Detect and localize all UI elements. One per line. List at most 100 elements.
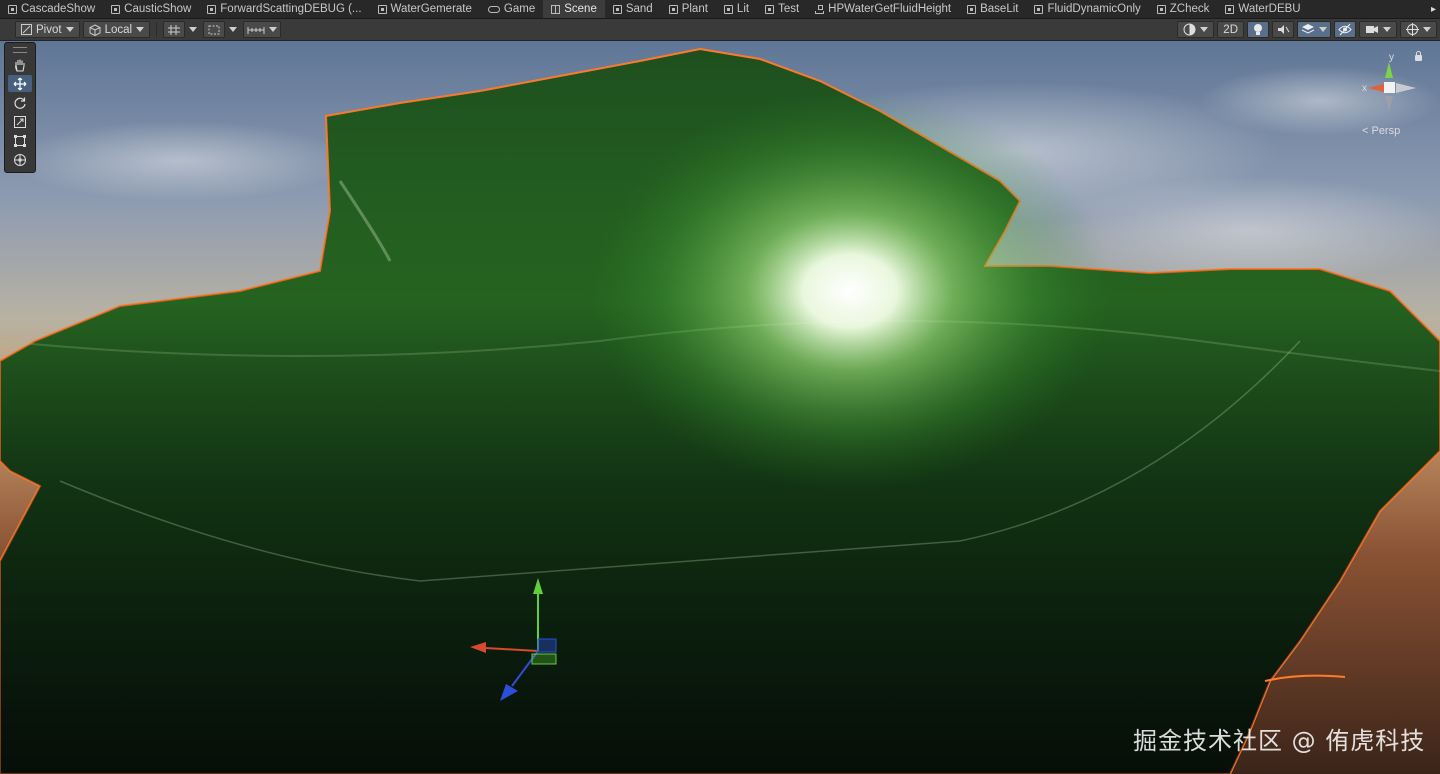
move-tool-icon [13, 77, 27, 90]
transform-tool-button[interactable] [8, 151, 32, 168]
tab-label: Game [503, 3, 536, 15]
effects-dropdown[interactable] [1297, 21, 1331, 38]
ruler-button[interactable] [243, 21, 282, 38]
gizmo-neg-y-cone-icon[interactable] [1385, 96, 1393, 112]
shader-icon [967, 4, 977, 14]
shader-icon [1034, 4, 1044, 14]
scale-tool-icon [14, 115, 26, 128]
camera-dropdown[interactable] [1359, 21, 1397, 38]
tab-lit[interactable]: Lit [716, 0, 757, 18]
tab-label: WaterGemerate [390, 3, 472, 15]
local-label: Local [104, 23, 133, 36]
tab-sand[interactable]: Sand [605, 0, 661, 18]
grid-snap-button[interactable] [163, 21, 186, 38]
chevron-down-icon [1200, 27, 1209, 32]
tab-label: HPWaterGetFluidHeight [828, 3, 952, 15]
hand-tool-icon [15, 59, 25, 72]
scene-toolbar: Pivot Local 2D [0, 19, 1440, 41]
shader-icon [207, 4, 217, 14]
hand-tool-button[interactable] [8, 56, 32, 73]
chevron-down-icon [269, 27, 278, 32]
tab-cascadeshow[interactable]: CascadeShow [0, 0, 103, 18]
rect-tool-button[interactable] [8, 132, 32, 149]
shader-icon [8, 4, 17, 14]
chevron-down-icon[interactable] [189, 27, 198, 32]
projection-toggle[interactable]: < Persp [1362, 125, 1400, 137]
toolbar-divider [156, 22, 158, 37]
camera-icon [1366, 26, 1378, 33]
xz-plane-handle[interactable] [531, 653, 557, 665]
audio-toggle[interactable] [1272, 21, 1294, 38]
tab-hpwatergetfluidheight[interactable]: HPWaterGetFluidHeight [807, 0, 959, 18]
tab-game[interactable]: Game [480, 0, 543, 18]
tab-label: ZCheck [1169, 3, 1210, 15]
tab-zcheck[interactable]: ZCheck [1149, 0, 1218, 18]
mode-2d-label: 2D [1223, 23, 1238, 36]
scale-tool-button[interactable] [8, 113, 32, 130]
gizmo-y-cone-icon[interactable] [1385, 62, 1393, 78]
gizmo-x-cone-icon[interactable] [1368, 84, 1384, 92]
shader-icon [765, 4, 775, 14]
gizmos-dropdown[interactable] [1400, 21, 1437, 38]
tab-forwardscattingdebug[interactable]: ForwardScattingDEBUG (... [199, 0, 369, 18]
tab-label: Scene [564, 3, 597, 15]
tab-waterdebu[interactable]: WaterDEBU [1217, 0, 1308, 18]
shader-icon [1156, 4, 1166, 14]
drag-grip-icon[interactable] [13, 47, 27, 53]
pivot-label: Pivot [36, 23, 62, 36]
pivot-icon [21, 24, 32, 35]
xy-plane-handle[interactable] [537, 638, 557, 653]
tab-baselit[interactable]: BaseLit [959, 0, 1026, 18]
gizmo-center-cube[interactable] [1384, 82, 1395, 93]
ruler-icon [247, 26, 265, 34]
tab-plant[interactable]: Plant [661, 0, 716, 18]
tab-watergemerate[interactable]: WaterGemerate [370, 0, 480, 18]
tab-label: Test [778, 3, 800, 15]
rotate-tool-button[interactable] [8, 94, 32, 111]
transform-tool-icon [14, 153, 26, 166]
tab-label: CascadeShow [21, 3, 96, 15]
chevron-down-icon [1423, 27, 1431, 32]
scene-view-options: 2D [1174, 21, 1437, 38]
scene-viewport[interactable] [0, 41, 1440, 774]
chevron-down-icon [136, 27, 145, 32]
gizmo-y-label: y [1389, 52, 1394, 63]
pivot-dropdown[interactable]: Pivot [15, 21, 80, 38]
chevron-down-icon [1319, 27, 1327, 32]
scene-visibility-toggle[interactable] [1334, 21, 1356, 38]
tab-label: Plant [681, 3, 708, 15]
rotate-tool-icon [14, 97, 26, 109]
chevron-down-icon [65, 27, 74, 32]
move-tool-button[interactable] [8, 75, 32, 92]
chevron-down-icon[interactable] [229, 27, 238, 32]
tab-test[interactable]: Test [757, 0, 807, 18]
gizmo-x-label: x [1362, 83, 1367, 94]
tab-scene[interactable]: Scene [543, 0, 605, 18]
tab-fluiddynamiconly[interactable]: FluidDynamicOnly [1026, 0, 1148, 18]
tab-causticshow[interactable]: CausticShow [103, 0, 199, 18]
chevron-down-icon [1383, 27, 1391, 32]
mode-2d-toggle[interactable]: 2D [1217, 21, 1244, 38]
shader-icon [377, 4, 387, 14]
tab-label: CausticShow [124, 3, 192, 15]
tab-overflow-arrow-icon[interactable]: ▸ [1427, 0, 1440, 18]
shader-icon [1225, 4, 1235, 14]
increment-snap-button[interactable] [203, 21, 226, 38]
layers-icon [1301, 24, 1315, 34]
shader-icon [612, 4, 622, 14]
lighting-toggle[interactable] [1247, 21, 1269, 38]
speaker-muted-icon [1278, 25, 1290, 34]
draw-mode-dropdown[interactable] [1177, 21, 1215, 38]
tab-label: FluidDynamicOnly [1047, 3, 1141, 15]
shader-icon [668, 4, 678, 14]
rect-tool-icon [14, 134, 26, 147]
orientation-gizmo[interactable]: y x [1360, 50, 1420, 125]
game-icon [487, 5, 500, 13]
grid-snap-icon [168, 24, 181, 35]
gizmo-neg-x-cone-icon[interactable] [1396, 83, 1416, 93]
gizmo-icon [1406, 23, 1419, 36]
eye-slash-icon [1338, 23, 1352, 36]
snap-increment-icon [208, 25, 220, 34]
local-dropdown[interactable]: Local [82, 21, 151, 38]
graph-icon [815, 4, 825, 14]
